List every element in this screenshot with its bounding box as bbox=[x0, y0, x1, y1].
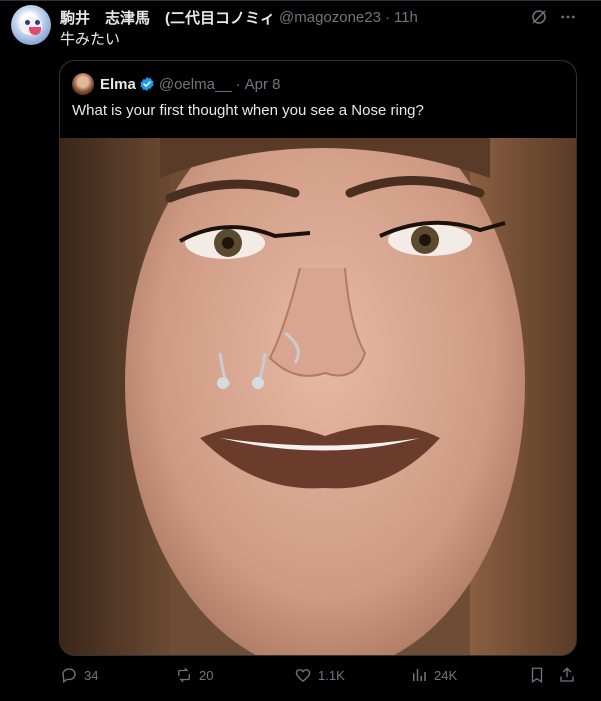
quote-author-name: Elma bbox=[100, 75, 136, 93]
quoted-tweet[interactable]: Elma @oelma__ · Apr 8 What is your first… bbox=[59, 60, 577, 656]
more-icon[interactable] bbox=[559, 8, 577, 26]
share-button[interactable] bbox=[558, 666, 582, 684]
tweet-header: 駒井 志津馬 (二代目コノミィ @magozone23 · 11h bbox=[60, 6, 418, 28]
quote-date: Apr 8 bbox=[244, 75, 281, 93]
bookmark-icon bbox=[531, 667, 543, 684]
reply-button[interactable]: 34 bbox=[60, 666, 98, 684]
heart-icon bbox=[295, 669, 311, 682]
views-count: 24K bbox=[434, 667, 458, 683]
share-icon bbox=[560, 667, 574, 682]
avatar-eye bbox=[25, 20, 30, 25]
like-button[interactable]: 1.1K bbox=[294, 666, 345, 684]
quote-author-avatar bbox=[72, 73, 94, 95]
verified-badge-icon bbox=[140, 77, 154, 91]
repost-icon bbox=[178, 667, 190, 683]
separator-dot: · bbox=[384, 8, 390, 26]
quote-header: Elma @oelma__ · Apr 8 bbox=[72, 73, 281, 95]
tweet-time[interactable]: 11h bbox=[394, 9, 418, 26]
repost-count: 20 bbox=[199, 667, 214, 683]
like-count: 1.1K bbox=[318, 667, 345, 683]
views-icon bbox=[413, 669, 426, 681]
grok-icon[interactable] bbox=[530, 8, 548, 26]
author-handle[interactable]: @magozone23 bbox=[279, 9, 381, 26]
quote-text: What is your first thought when you see … bbox=[72, 102, 424, 119]
quote-photo[interactable] bbox=[60, 138, 576, 655]
avatar-eye bbox=[35, 20, 40, 25]
repost-button[interactable]: 20 bbox=[175, 666, 213, 684]
avatar-mouth bbox=[29, 27, 41, 35]
author-display-name[interactable]: 駒井 志津馬 (二代目コノミィ bbox=[60, 7, 275, 28]
top-divider bbox=[0, 0, 601, 1]
bookmark-button[interactable] bbox=[528, 666, 552, 684]
reply-count: 34 bbox=[84, 667, 99, 683]
views-button[interactable]: 24K bbox=[410, 666, 457, 684]
action-bar: 34 20 1.1K 24K bbox=[0, 666, 601, 688]
quote-author-handle: @oelma__ bbox=[158, 75, 232, 93]
tweet-text: 牛みたい bbox=[60, 31, 121, 48]
reply-icon bbox=[62, 668, 76, 684]
author-avatar[interactable] bbox=[11, 5, 51, 45]
separator-dot: · bbox=[235, 75, 241, 93]
